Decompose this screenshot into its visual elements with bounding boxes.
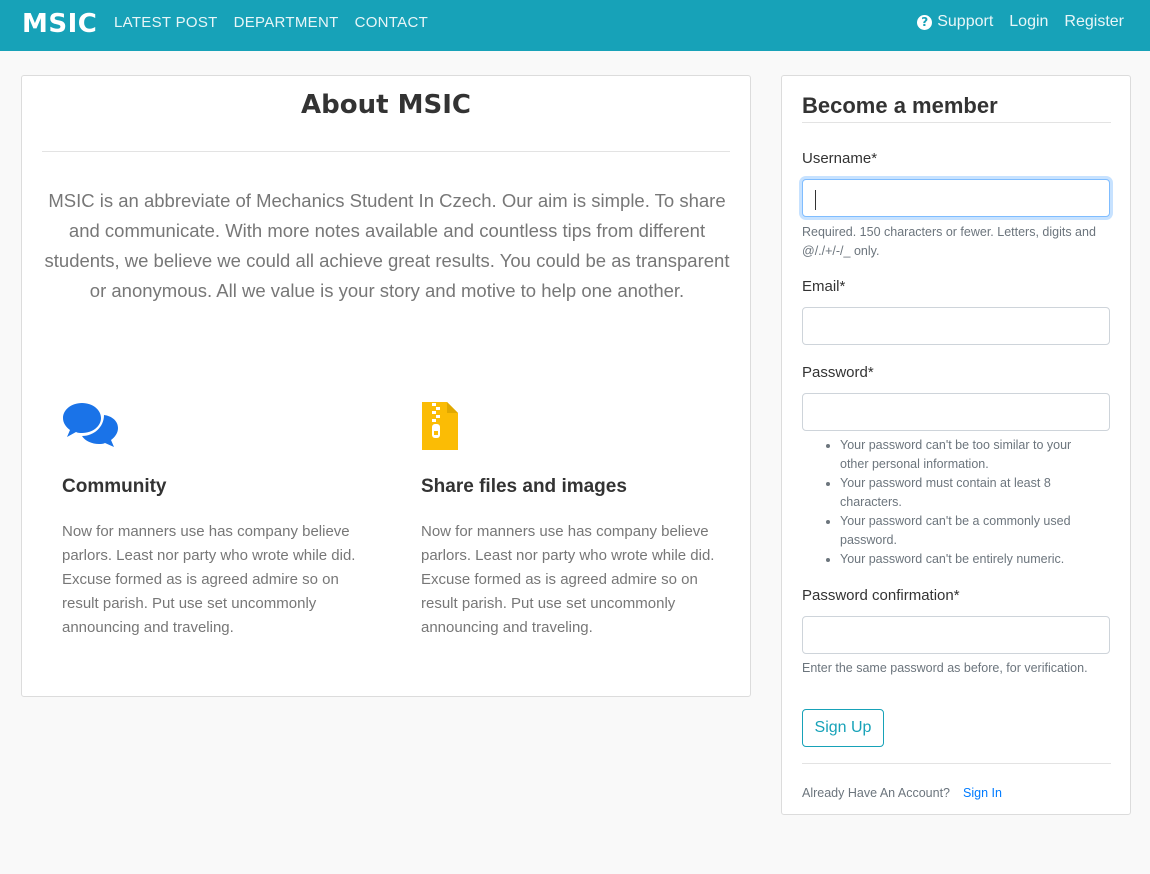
password-rule: Your password can't be a commonly used p…: [840, 512, 1092, 550]
about-description: MSIC is an abbreviate of Mechanics Stude…: [44, 190, 730, 301]
divider: [802, 763, 1111, 764]
nav-latest-post[interactable]: LATEST POST: [114, 14, 218, 31]
password-confirm-label: Password confirmation*: [802, 587, 960, 604]
password-rule: Your password can't be too similar to yo…: [840, 436, 1092, 474]
feature-text: Now for manners use has company believe …: [421, 523, 715, 636]
email-input[interactable]: [802, 307, 1110, 345]
nav-login[interactable]: Login: [1009, 13, 1048, 31]
text-caret: [815, 190, 816, 210]
sign-up-button[interactable]: Sign Up: [802, 709, 884, 747]
username-label: Username*: [802, 150, 878, 167]
nav-support-label: Support: [937, 13, 994, 30]
already-account-text: Already Have An Account?: [802, 786, 951, 800]
feature-title: Share files and images: [421, 476, 627, 497]
divider: [802, 122, 1111, 123]
feature-title: Community: [62, 476, 167, 497]
password-confirm-help: Enter the same password as before, for v…: [802, 661, 1088, 675]
file-archive-icon: [421, 401, 721, 451]
nav-contact[interactable]: CONTACT: [355, 14, 428, 31]
password-rule: Your password can't be entirely numeric.: [840, 550, 1092, 569]
question-circle-icon: ?: [917, 14, 933, 30]
nav-register[interactable]: Register: [1064, 13, 1124, 31]
about-card: About MSIC MSIC is an abbreviate of Mech…: [21, 75, 751, 697]
nav-links: LATEST POST DEPARTMENT CONTACT: [114, 14, 444, 31]
sign-in-link[interactable]: Sign In: [963, 786, 1002, 800]
comments-icon: [62, 401, 362, 451]
password-label: Password*: [802, 364, 874, 381]
email-label: Email*: [802, 278, 846, 295]
brand-logo[interactable]: MSIC: [22, 9, 97, 39]
about-title: About MSIC: [301, 90, 471, 120]
nav-support[interactable]: ? Support: [917, 13, 993, 31]
nav-account-links: ? Support Login Register: [901, 13, 1124, 31]
password-confirm-input[interactable]: [802, 616, 1110, 654]
divider: [42, 151, 730, 152]
signup-card: Become a member Username* Required. 150 …: [781, 75, 1131, 815]
username-input[interactable]: [802, 179, 1110, 217]
password-rules-list: Your password can't be too similar to yo…: [822, 436, 1092, 569]
feature-community: Community Now for manners use has compan…: [62, 401, 362, 640]
top-navbar: MSIC LATEST POST DEPARTMENT CONTACT ? Su…: [0, 0, 1150, 51]
username-help: Required. 150 characters or fewer. Lette…: [802, 225, 1096, 258]
signup-title: Become a member: [802, 93, 998, 118]
nav-department[interactable]: DEPARTMENT: [234, 14, 339, 31]
feature-share-files: Share files and images Now for manners u…: [421, 401, 721, 640]
password-rule: Your password must contain at least 8 ch…: [840, 474, 1092, 512]
password-input[interactable]: [802, 393, 1110, 431]
feature-text: Now for manners use has company believe …: [62, 523, 356, 636]
